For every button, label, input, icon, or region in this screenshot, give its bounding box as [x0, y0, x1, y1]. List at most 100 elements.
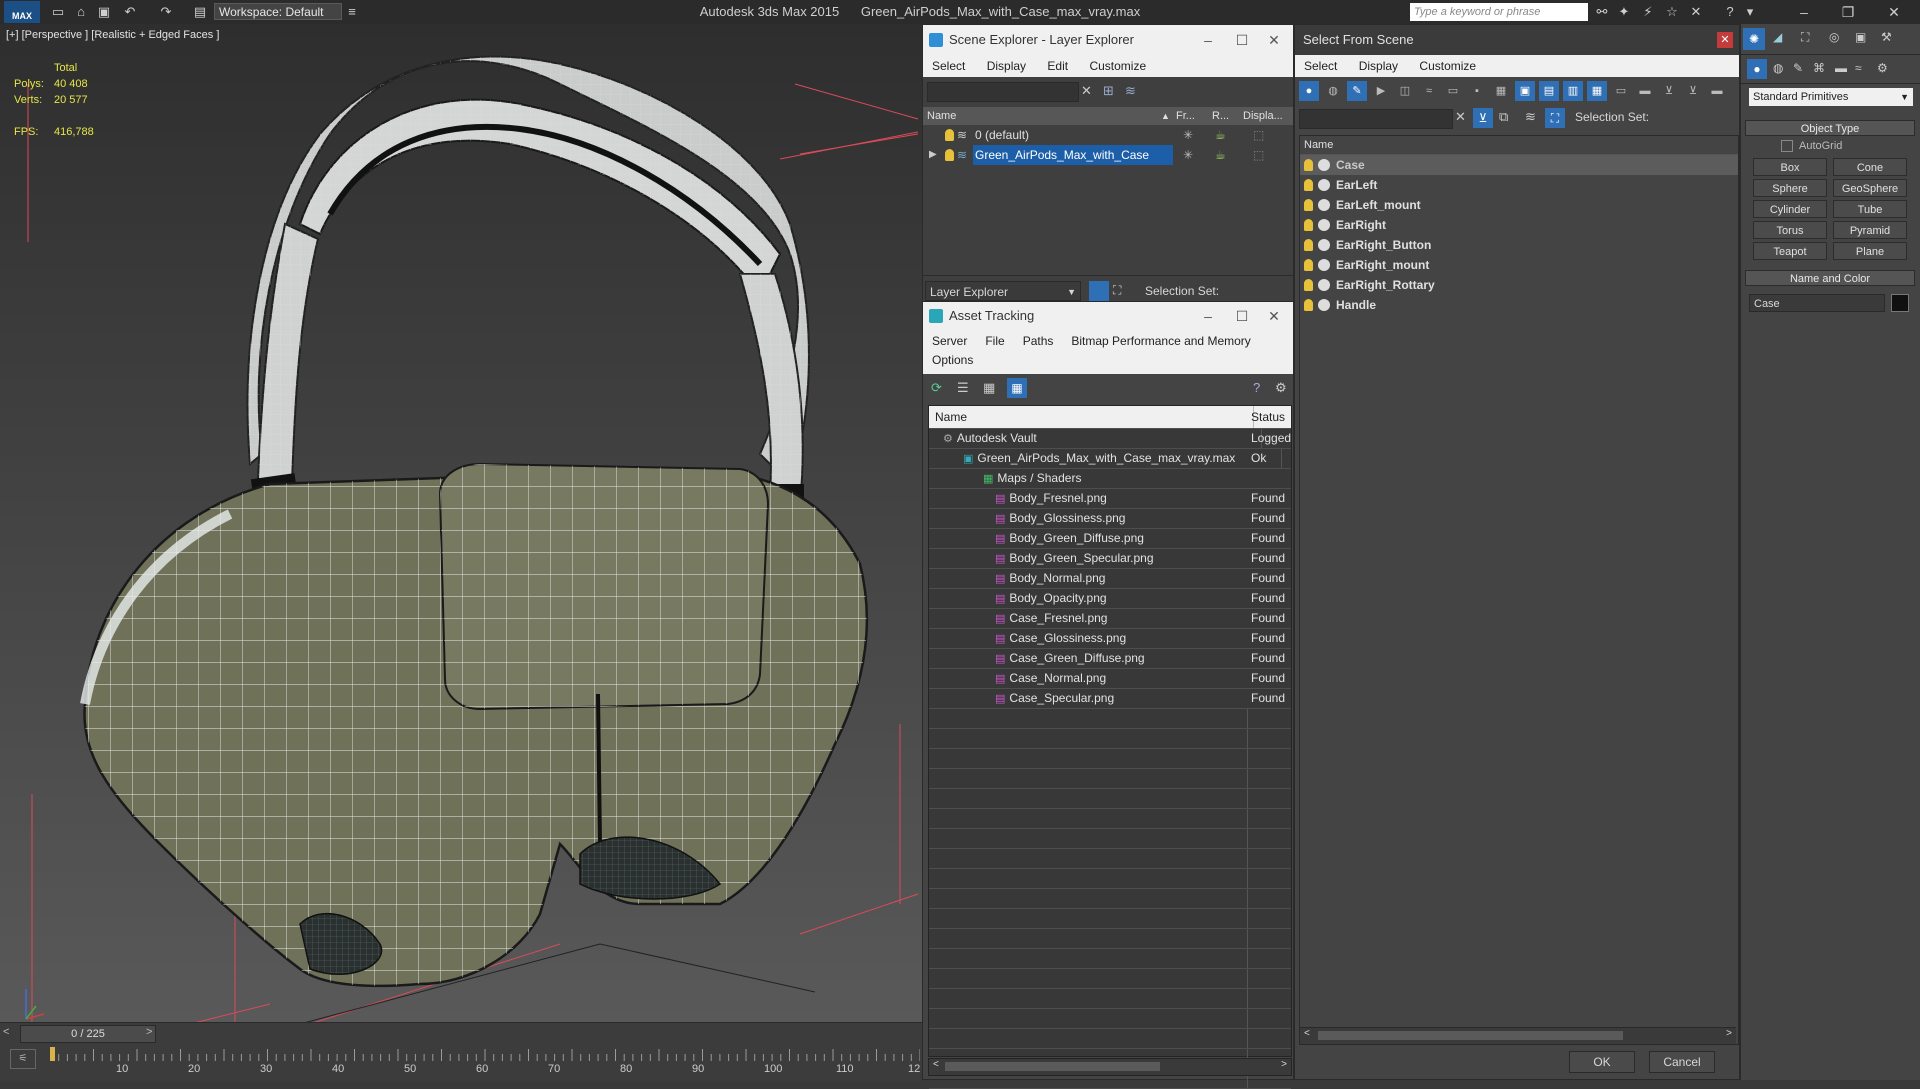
systems-icon[interactable]: ⚙ [1877, 61, 1888, 75]
create-cylinder-button[interactable]: Cylinder [1753, 200, 1827, 218]
autogrid-checkbox[interactable]: AutoGrid [1781, 140, 1842, 153]
settings-icon[interactable]: ⚙ [1275, 380, 1287, 396]
layer-row[interactable]: ▶ ≋ Green_AirPods_Max_with_Case ✳ ☕ ⬚ [923, 145, 1293, 165]
col-name[interactable]: Name [927, 107, 956, 125]
maximize-icon[interactable]: ☐ [1227, 25, 1257, 55]
help-icon[interactable]: ? [1253, 380, 1260, 395]
lightbulb-icon[interactable] [1304, 219, 1313, 231]
select-none-icon[interactable]: ▭ [1611, 81, 1631, 101]
lightbulb-icon[interactable] [1304, 239, 1313, 251]
name-and-color-rollout[interactable]: Name and Color [1745, 270, 1915, 286]
menu-icon[interactable]: ≡ [344, 4, 360, 20]
primitive-type-dropdown[interactable]: Standard Primitives ▼ [1749, 88, 1913, 106]
create-pyramid-button[interactable]: Pyramid [1833, 221, 1907, 239]
asset-row[interactable]: ▤ Body_Green_Specular.png Found [929, 549, 1314, 569]
open-file-icon[interactable]: ⌂ [73, 4, 89, 20]
select-from-scene-titlebar[interactable]: Select From Scene ✕ [1295, 25, 1739, 55]
layers-icon[interactable]: ≋ [1125, 83, 1136, 99]
col-render[interactable]: R... [1212, 107, 1229, 125]
object-row[interactable]: EarRight_Button [1300, 235, 1738, 255]
lights-icon[interactable]: ✎ [1793, 61, 1803, 75]
viewport-label[interactable]: [+] [Perspective ] [Realistic + Edged Fa… [6, 29, 219, 41]
select-all-icon[interactable]: ▦ [1587, 81, 1607, 101]
timeline[interactable]: < 0 / 225 > ⚟ 10 20 30 40 50 60 70 80 90 100 110 12 [0, 1022, 922, 1081]
modify-tab-icon[interactable]: ◢ [1773, 30, 1782, 44]
menu-customize[interactable]: Customize [1410, 55, 1485, 77]
asset-row[interactable]: ⚙ Autodesk Vault Logged [929, 429, 1291, 449]
search-input[interactable]: Type a keyword or phrase [1410, 3, 1588, 21]
minimize-icon[interactable]: – [1193, 302, 1223, 330]
menu-display[interactable]: Display [978, 55, 1035, 77]
lightbulb-icon[interactable] [945, 149, 954, 161]
create-teapot-button[interactable]: Teapot [1753, 242, 1827, 260]
lightbulb-icon[interactable] [945, 129, 954, 141]
display-lights-icon[interactable]: ✎ [1347, 81, 1367, 101]
minimize-icon[interactable]: – [1193, 25, 1223, 55]
menu-select[interactable]: Select [923, 55, 974, 77]
close-icon[interactable]: ✕ [1259, 25, 1289, 55]
scroll-right-icon[interactable]: > [1281, 1059, 1287, 1070]
mini-curve-editor-icon[interactable]: ⚟ [10, 1049, 36, 1069]
table-view-icon[interactable]: ▦ [1007, 378, 1027, 398]
create-torus-button[interactable]: Torus [1753, 221, 1827, 239]
create-geosphere-button[interactable]: GeoSphere [1833, 179, 1907, 197]
create-sphere-button[interactable]: Sphere [1753, 179, 1827, 197]
object-row[interactable]: EarLeft [1300, 175, 1738, 195]
asset-horizontal-scrollbar[interactable]: < > [928, 1058, 1292, 1076]
scrollbar-thumb[interactable] [945, 1062, 1160, 1071]
lightbulb-icon[interactable] [1304, 179, 1313, 191]
lightbulb-icon[interactable] [1304, 259, 1313, 271]
display-cameras-icon[interactable]: ▶ [1371, 81, 1391, 101]
asset-row[interactable]: ▤ Case_Fresnel.png Found [929, 609, 1314, 629]
options-icon[interactable]: ▬ [1707, 81, 1727, 101]
hierarchy-icon[interactable]: ⛶ [1545, 108, 1565, 128]
menu-paths[interactable]: Paths [1014, 332, 1063, 351]
asset-row[interactable]: ▤ Body_Glossiness.png Found [929, 509, 1314, 529]
create-cone-button[interactable]: Cone [1833, 158, 1907, 176]
filter-icon[interactable]: ⊞ [1103, 83, 1114, 99]
object-row[interactable]: EarRight_Rottary [1300, 275, 1738, 295]
spacewarps-icon[interactable]: ≈ [1855, 61, 1862, 75]
favorite-star-icon[interactable]: ☆ [1664, 4, 1680, 20]
menu-select[interactable]: Select [1295, 55, 1346, 77]
lightbulb-icon[interactable] [1304, 159, 1313, 171]
asset-row[interactable]: ▤ Body_Green_Diffuse.png Found [929, 529, 1314, 549]
render-teapot-icon[interactable]: ☕ [1215, 145, 1226, 165]
exchange-icon[interactable]: ✕ [1688, 4, 1704, 20]
explorer-type-dropdown[interactable]: Layer Explorer ▼ [925, 281, 1081, 301]
display-geometry-icon[interactable]: ● [1299, 81, 1319, 101]
close-icon[interactable]: ✕ [1884, 2, 1904, 22]
track-bar[interactable]: ⚟ 10 20 30 40 50 60 70 80 90 100 110 12 [0, 1045, 922, 1081]
select-invert-icon[interactable]: ▬ [1635, 81, 1655, 101]
asset-row[interactable]: ▦ Maps / Shaders [929, 469, 1302, 489]
menu-options[interactable]: Options [923, 351, 982, 370]
object-row[interactable]: EarRight [1300, 215, 1738, 235]
motion-tab-icon[interactable]: ◎ [1829, 30, 1839, 44]
hierarchy-icon[interactable]: ⛶ [1113, 283, 1121, 298]
display-bones-icon[interactable]: ▦ [1491, 81, 1511, 101]
asset-row[interactable]: ▤ Case_Specular.png Found [929, 689, 1314, 709]
create-box-button[interactable]: Box [1753, 158, 1827, 176]
asset-row[interactable]: ▤ Case_Normal.png Found [929, 669, 1314, 689]
close-icon[interactable]: ✕ [1259, 302, 1289, 330]
display-invert-icon[interactable]: ▥ [1563, 81, 1583, 101]
display-box-icon[interactable]: ⬚ [1253, 125, 1264, 145]
asset-row[interactable]: ▤ Body_Fresnel.png Found [929, 489, 1314, 509]
freeze-icon[interactable]: ✳ [1183, 145, 1193, 165]
perspective-viewport[interactable]: [+] [Perspective ] [Realistic + Edged Fa… [0, 24, 922, 1042]
object-list-scrollbar[interactable]: < > [1300, 1027, 1736, 1044]
scroll-left-icon[interactable]: < [1304, 1028, 1310, 1039]
thumbnail-view-icon[interactable]: ▦ [983, 380, 995, 396]
workspace-dropdown[interactable]: Workspace: Default [214, 3, 342, 20]
col-name[interactable]: Name [929, 406, 1254, 428]
display-spacewarps-icon[interactable]: ≈ [1419, 81, 1439, 101]
help-icon[interactable]: ? [1722, 4, 1738, 20]
object-row[interactable]: EarLeft_mount [1300, 195, 1738, 215]
create-tube-button[interactable]: Tube [1833, 200, 1907, 218]
menu-server[interactable]: Server [923, 332, 976, 351]
display-helpers-icon[interactable]: ◫ [1395, 81, 1415, 101]
clear-search-icon[interactable]: ✕ [1081, 83, 1092, 99]
object-list-header[interactable]: Name [1300, 136, 1738, 155]
save-icon[interactable]: ▣ [96, 4, 112, 20]
lightbulb-icon[interactable] [1304, 199, 1313, 211]
